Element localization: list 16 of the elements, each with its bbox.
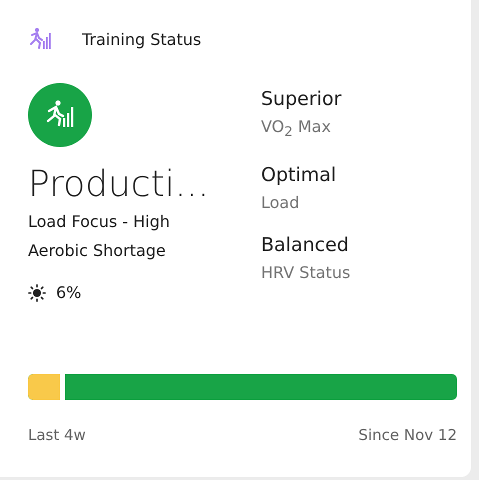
period-label: Last 4w <box>28 426 86 444</box>
metric-value: Balanced <box>261 233 350 258</box>
metric-label: VO$_{2}$ Max <box>261 116 332 142</box>
date-label: Since Nov 12 <box>358 426 457 444</box>
metric-label: Load <box>261 192 300 214</box>
status-detail: Load Focus - High <box>28 211 171 233</box>
metric-label: HRV Status <box>261 262 350 284</box>
metric-value: Superior <box>261 87 342 112</box>
status-detail: Aerobic Shortage <box>28 240 167 262</box>
card-title: Training Status <box>82 30 202 48</box>
runner-bars-icon <box>28 27 52 51</box>
sun-icon <box>28 284 46 302</box>
runner-bars-icon <box>28 83 92 147</box>
metric-value: Optimal <box>261 163 338 188</box>
heat-value: 6% <box>56 283 82 302</box>
status-label: Producti... <box>28 163 210 207</box>
